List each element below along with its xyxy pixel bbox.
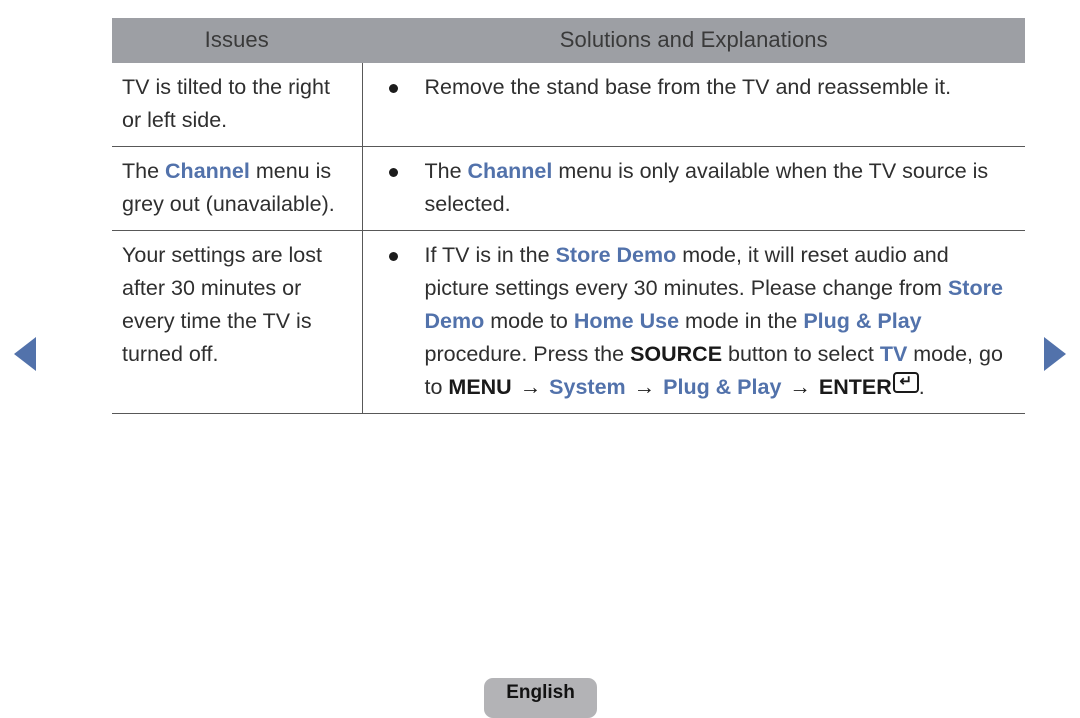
emphasis-term: Home Use bbox=[573, 309, 680, 333]
troubleshooting-table: Issues Solutions and Explanations TV is … bbox=[112, 18, 1025, 414]
emphasis-term: Plug & Play bbox=[803, 309, 922, 333]
key-term: SOURCE bbox=[630, 342, 723, 366]
column-header-solutions: Solutions and Explanations bbox=[362, 18, 1025, 63]
list-item: If TV is in the Store Demo mode, it will… bbox=[363, 239, 1016, 404]
enter-key-icon: ↵ bbox=[892, 372, 919, 393]
solution-bullet-list: If TV is in the Store Demo mode, it will… bbox=[363, 239, 1016, 404]
solution-bullet-list: Remove the stand base from the TV and re… bbox=[363, 71, 1016, 104]
issue-cell: Your settings are lost after 30 minutes … bbox=[112, 230, 363, 414]
solution-cell: The Channel menu is only available when … bbox=[362, 146, 1025, 231]
table-header: Issues Solutions and Explanations bbox=[112, 18, 1025, 63]
solution-cell: Remove the stand base from the TV and re… bbox=[362, 63, 1025, 147]
emphasis-term: System bbox=[549, 375, 626, 399]
emphasis-term: Channel bbox=[467, 159, 553, 183]
arrow-separator-icon: → bbox=[513, 375, 548, 399]
solution-bullet-list: The Channel menu is only available when … bbox=[363, 155, 1016, 221]
arrow-separator-icon: → bbox=[627, 375, 662, 399]
language-badge: English bbox=[484, 678, 597, 718]
issue-cell: The Channel menu is grey out (unavailabl… bbox=[112, 146, 363, 231]
previous-page-arrow-icon[interactable] bbox=[14, 337, 36, 371]
next-page-arrow-icon[interactable] bbox=[1044, 337, 1066, 371]
emphasis-term: Channel bbox=[165, 159, 250, 183]
key-term: ENTER bbox=[818, 375, 892, 399]
table-header-row: Issues Solutions and Explanations bbox=[112, 18, 1025, 63]
list-item: The Channel menu is only available when … bbox=[363, 155, 1016, 221]
list-item: Remove the stand base from the TV and re… bbox=[363, 71, 1016, 104]
key-term: MENU bbox=[448, 375, 512, 399]
table-row: The Channel menu is grey out (unavailabl… bbox=[112, 146, 1025, 231]
table-body: TV is tilted to the right or left side. … bbox=[112, 63, 1025, 414]
emphasis-term: Plug & Play bbox=[663, 375, 782, 399]
table-row: TV is tilted to the right or left side. … bbox=[112, 63, 1025, 147]
column-header-issues: Issues bbox=[112, 18, 363, 63]
solution-cell: If TV is in the Store Demo mode, it will… bbox=[362, 230, 1025, 414]
arrow-separator-icon: → bbox=[783, 375, 817, 399]
table-row: Your settings are lost after 30 minutes … bbox=[112, 230, 1025, 414]
issue-cell: TV is tilted to the right or left side. bbox=[112, 63, 363, 147]
emphasis-term: Store Demo bbox=[555, 243, 677, 267]
emphasis-term: TV bbox=[879, 342, 908, 366]
